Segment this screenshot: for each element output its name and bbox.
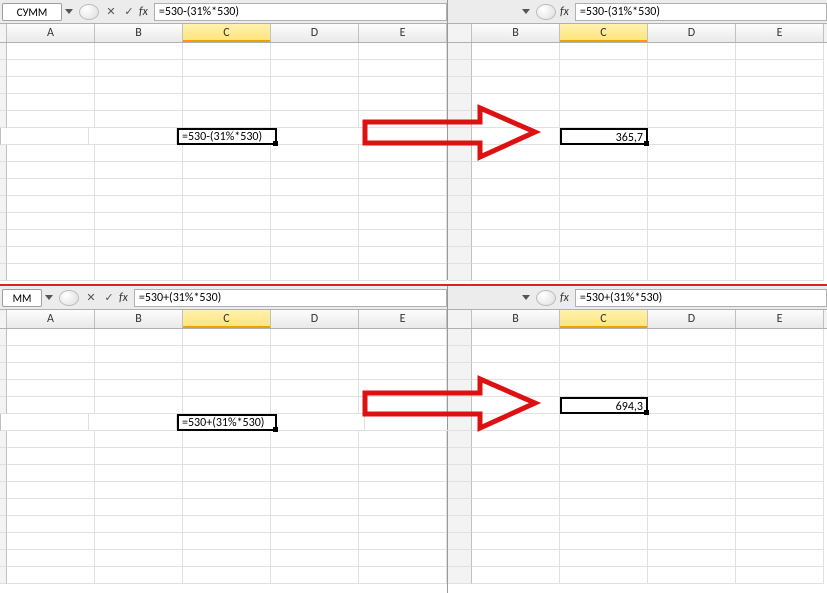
fx-icon[interactable]: fx <box>560 5 569 19</box>
column-header-d[interactable]: D <box>648 24 736 42</box>
column-header-c[interactable]: C <box>183 24 271 42</box>
panel-top-left-editing: СУММ ✕ ✓ fx =530-(31%*530) A B C D E =53… <box>0 0 448 280</box>
name-box-dropdown-icon[interactable] <box>522 9 530 14</box>
formula-bar-divider-icon <box>536 4 556 20</box>
accept-formula-button[interactable]: ✓ <box>101 291 117 304</box>
column-header-e[interactable]: E <box>359 24 447 42</box>
grid-body[interactable]: =530-(31%*530) <box>0 43 447 281</box>
formula-input[interactable]: =530+(31%*530) <box>575 289 827 307</box>
column-header-row: B C D E <box>448 24 827 43</box>
cancel-formula-button[interactable]: ✕ <box>103 5 119 18</box>
column-header-a[interactable]: A <box>7 24 95 42</box>
panel-bottom-left-editing: MM ✕ ✓ fx =530+(31%*530) A B C D E =530+… <box>0 286 448 593</box>
result-cell-c5[interactable]: 694,3 <box>560 397 648 414</box>
column-header-e[interactable]: E <box>736 310 824 328</box>
column-header-d[interactable]: D <box>271 24 359 42</box>
column-header-row: A B C D E <box>0 24 447 43</box>
select-all-corner[interactable] <box>0 24 7 42</box>
column-header-c[interactable]: C <box>560 310 648 328</box>
grid-body[interactable]: 694,3 <box>448 329 827 584</box>
formula-bar: fx =530+(31%*530) <box>448 286 827 310</box>
column-header-e[interactable]: E <box>736 24 824 42</box>
name-box[interactable]: MM <box>2 289 42 307</box>
formula-bar: СУММ ✕ ✓ fx =530-(31%*530) <box>0 0 447 24</box>
cancel-formula-button[interactable]: ✕ <box>83 291 99 304</box>
column-header-row: B C D E <box>448 310 827 329</box>
formula-input[interactable]: =530-(31%*530) <box>575 3 827 21</box>
formula-bar: fx =530-(31%*530) <box>448 0 827 24</box>
grid-body[interactable]: 365,7 <box>448 43 827 281</box>
panel-top-right-result: fx =530-(31%*530) B C D E 365,7 <box>448 0 827 280</box>
column-header-b[interactable]: B <box>472 24 560 42</box>
column-header-d[interactable]: D <box>271 310 359 328</box>
result-cell-c6[interactable]: 365,7 <box>560 128 648 145</box>
formula-bar-divider-icon <box>536 290 556 306</box>
column-header-c[interactable]: C <box>560 24 648 42</box>
select-all-corner[interactable] <box>448 310 472 328</box>
grid-body[interactable]: =530+(31%*530) <box>0 329 447 584</box>
column-header-d[interactable]: D <box>648 310 736 328</box>
accept-formula-button[interactable]: ✓ <box>121 5 137 18</box>
column-header-row: A B C D E <box>0 310 447 329</box>
column-header-b[interactable]: B <box>95 310 183 328</box>
formula-input[interactable]: =530+(31%*530) <box>134 289 447 307</box>
fx-icon[interactable]: fx <box>560 291 569 305</box>
name-box-dropdown-icon[interactable] <box>65 9 73 14</box>
formula-input[interactable]: =530-(31%*530) <box>154 3 447 21</box>
name-box[interactable]: СУММ <box>2 3 62 21</box>
name-box-dropdown-icon[interactable] <box>522 295 530 300</box>
select-all-corner[interactable] <box>0 310 7 328</box>
column-header-b[interactable]: B <box>95 24 183 42</box>
column-header-a[interactable]: A <box>7 310 95 328</box>
active-cell-c6[interactable]: =530-(31%*530) <box>177 128 277 145</box>
column-header-c[interactable]: C <box>183 310 271 328</box>
fx-icon[interactable]: fx <box>139 5 148 19</box>
select-all-corner[interactable] <box>448 24 472 42</box>
column-header-b[interactable]: B <box>472 310 560 328</box>
formula-bar: MM ✕ ✓ fx =530+(31%*530) <box>0 286 447 310</box>
panel-bottom-right-result: fx =530+(31%*530) B C D E 694,3 <box>448 286 827 593</box>
active-cell-c6[interactable]: =530+(31%*530) <box>177 414 277 431</box>
fx-icon[interactable]: fx <box>119 291 128 305</box>
formula-bar-divider-icon <box>79 4 99 20</box>
name-box-dropdown-icon[interactable] <box>45 295 53 300</box>
formula-bar-divider-icon <box>59 290 79 306</box>
column-header-e[interactable]: E <box>359 310 447 328</box>
